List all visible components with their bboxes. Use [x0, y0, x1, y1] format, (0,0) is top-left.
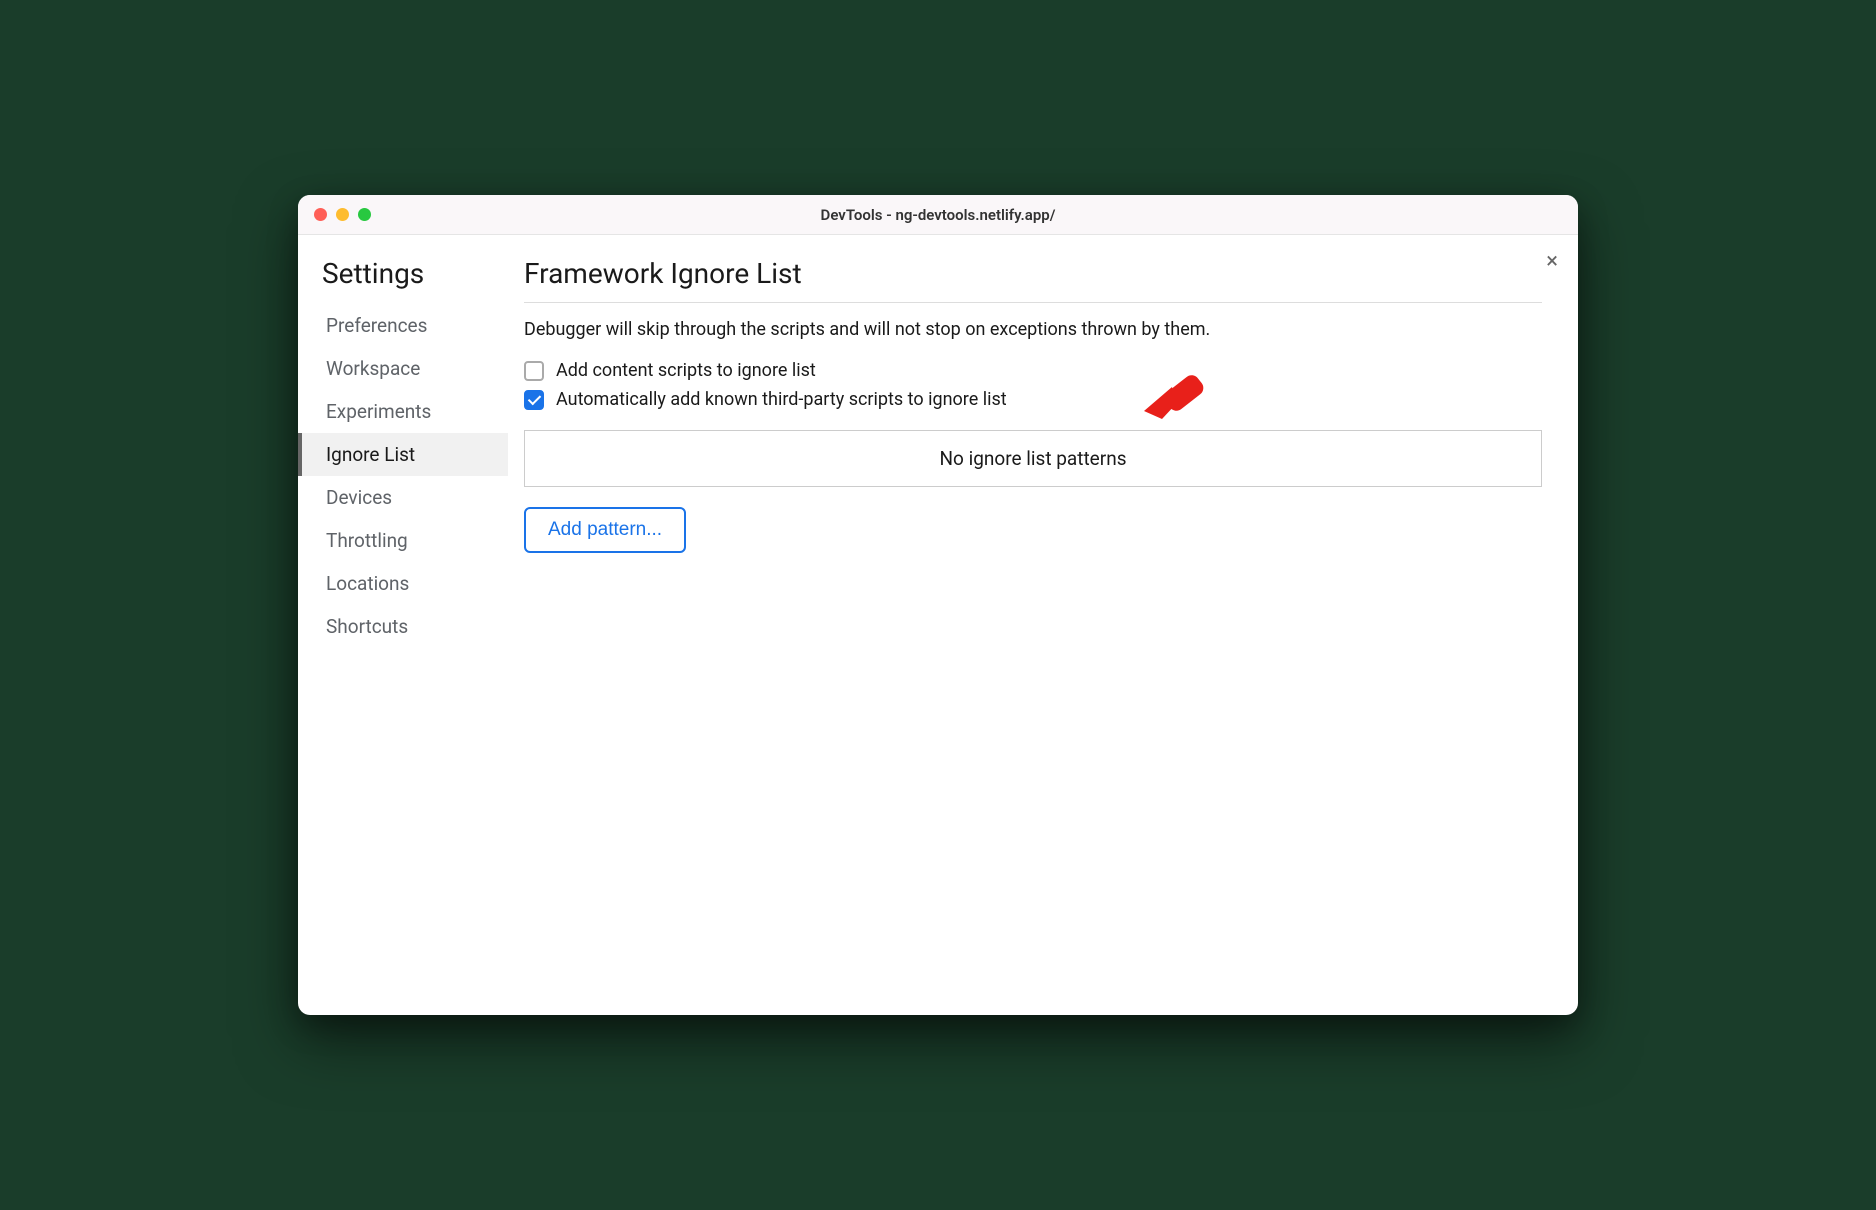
maximize-window-button[interactable]	[358, 208, 371, 221]
sidebar-item-label: Ignore List	[326, 443, 415, 466]
description-text: Debugger will skip through the scripts a…	[524, 319, 1542, 340]
ignore-list-patterns-box: No ignore list patterns	[524, 430, 1542, 487]
checkbox-label: Automatically add known third-party scri…	[556, 389, 1007, 410]
traffic-lights	[314, 208, 371, 221]
sidebar-item-devices[interactable]: Devices	[298, 476, 508, 519]
content-area: × Settings Preferences Workspace Experim…	[298, 235, 1578, 1015]
sidebar-item-workspace[interactable]: Workspace	[298, 347, 508, 390]
main-panel: Framework Ignore List Debugger will skip…	[508, 235, 1578, 1015]
settings-sidebar: Settings Preferences Workspace Experimen…	[298, 235, 508, 1015]
checkbox-row-content-scripts[interactable]: Add content scripts to ignore list	[524, 360, 1542, 381]
add-pattern-button[interactable]: Add pattern...	[524, 507, 686, 553]
sidebar-item-ignore-list[interactable]: Ignore List	[298, 433, 508, 476]
sidebar-item-locations[interactable]: Locations	[298, 562, 508, 605]
checkbox-icon[interactable]	[524, 361, 544, 381]
devtools-settings-window: DevTools - ng-devtools.netlify.app/ × Se…	[298, 195, 1578, 1015]
checkbox-label: Add content scripts to ignore list	[556, 360, 816, 381]
checkbox-row-third-party[interactable]: Automatically add known third-party scri…	[524, 389, 1542, 410]
close-icon[interactable]: ×	[1546, 251, 1558, 273]
sidebar-item-preferences[interactable]: Preferences	[298, 304, 508, 347]
sidebar-item-label: Workspace	[326, 357, 420, 380]
titlebar: DevTools - ng-devtools.netlify.app/	[298, 195, 1578, 235]
sidebar-item-label: Experiments	[326, 400, 431, 423]
sidebar-item-label: Preferences	[326, 314, 427, 337]
sidebar-item-label: Devices	[326, 486, 392, 509]
sidebar-item-throttling[interactable]: Throttling	[298, 519, 508, 562]
sidebar-item-shortcuts[interactable]: Shortcuts	[298, 605, 508, 648]
sidebar-item-label: Shortcuts	[326, 615, 408, 638]
sidebar-item-experiments[interactable]: Experiments	[298, 390, 508, 433]
patterns-empty-text: No ignore list patterns	[940, 447, 1127, 470]
button-label: Add pattern...	[548, 519, 662, 540]
close-window-button[interactable]	[314, 208, 327, 221]
sidebar-title: Settings	[298, 257, 508, 304]
window-title: DevTools - ng-devtools.netlify.app/	[821, 206, 1056, 224]
page-title: Framework Ignore List	[524, 257, 1542, 303]
sidebar-item-label: Throttling	[326, 529, 408, 552]
checkbox-icon[interactable]	[524, 390, 544, 410]
sidebar-item-label: Locations	[326, 572, 409, 595]
minimize-window-button[interactable]	[336, 208, 349, 221]
